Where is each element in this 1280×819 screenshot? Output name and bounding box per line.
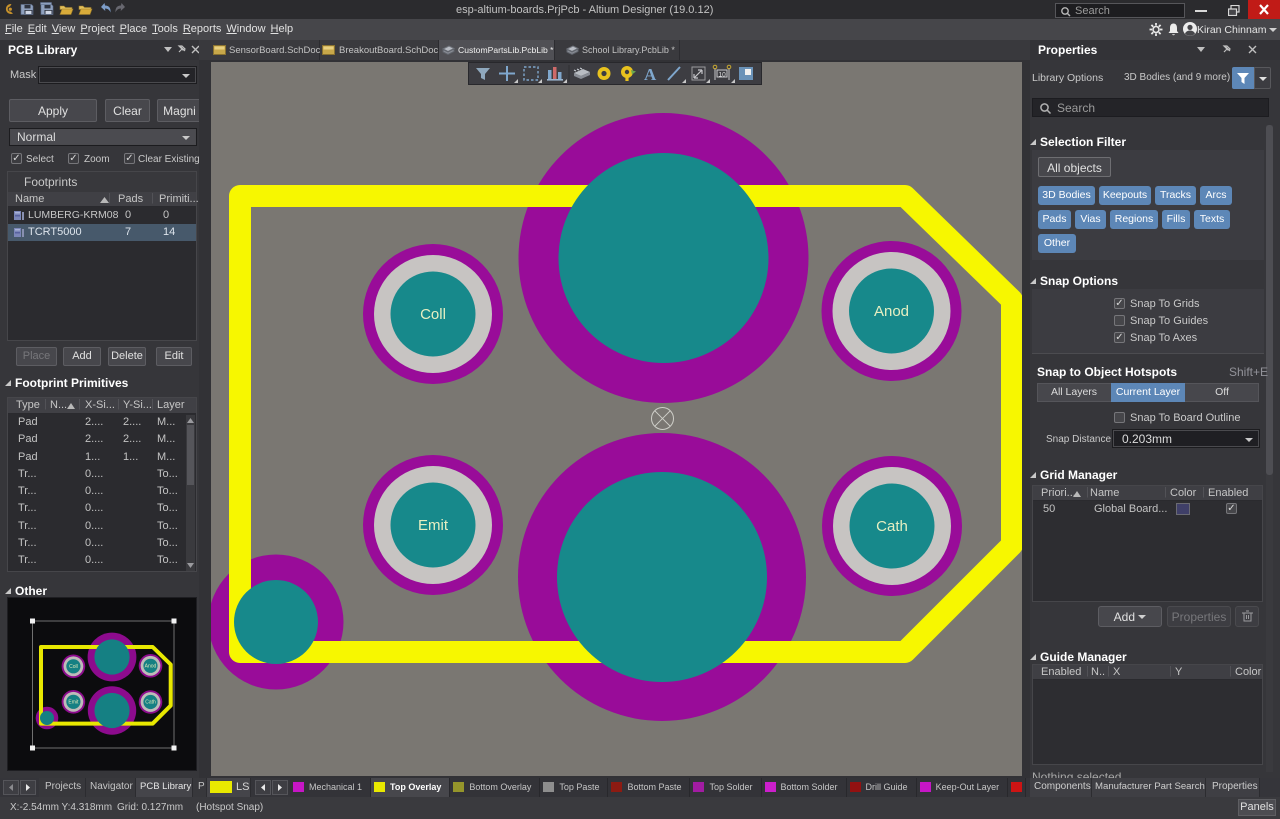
svg-text:Anod: Anod xyxy=(874,303,909,320)
svg-text:Cath: Cath xyxy=(876,518,908,535)
svg-text:Coll: Coll xyxy=(69,664,78,670)
svg-text:Cath: Cath xyxy=(145,700,156,706)
svg-text:Emit: Emit xyxy=(68,700,79,706)
svg-text:Coll: Coll xyxy=(420,306,446,323)
svg-text:A: A xyxy=(644,65,657,84)
svg-text:Anod: Anod xyxy=(145,664,157,670)
svg-text:10: 10 xyxy=(719,72,727,79)
svg-text:Emit: Emit xyxy=(418,517,449,534)
